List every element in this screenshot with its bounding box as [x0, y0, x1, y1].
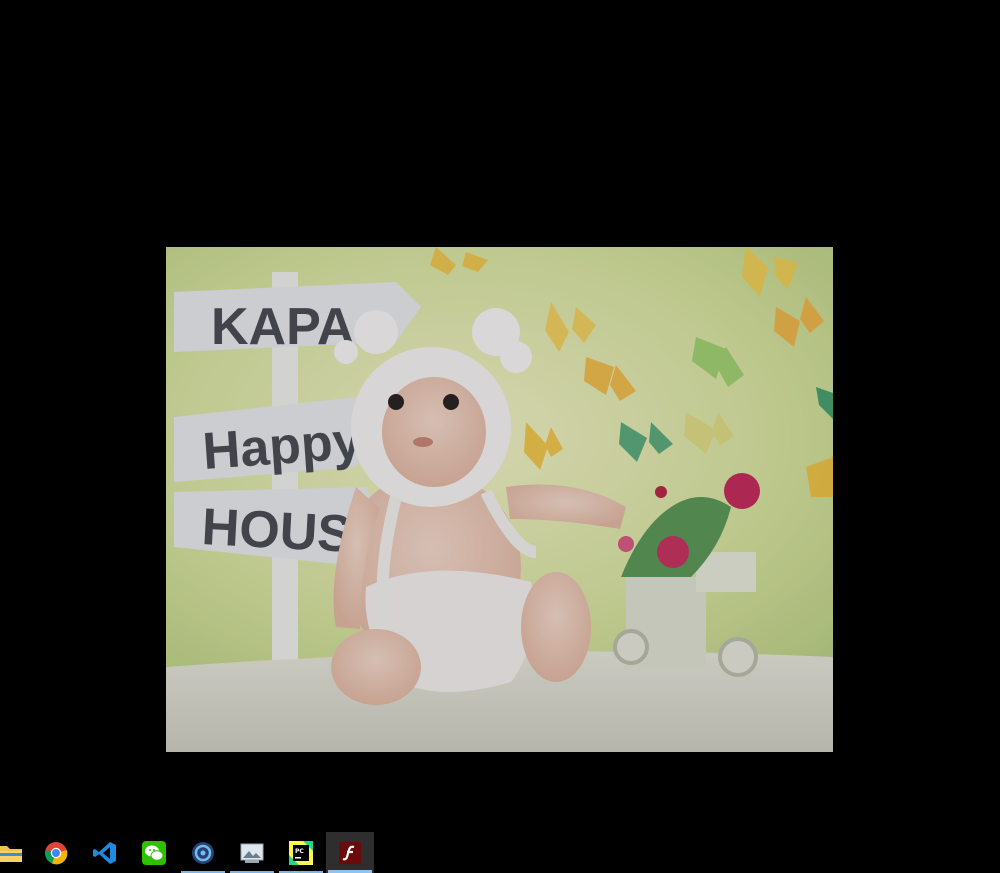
taskbar-file-explorer[interactable] — [0, 832, 34, 873]
displayed-photo: KAPA Happy HOUS — [166, 247, 833, 752]
circle-app-icon — [192, 841, 214, 864]
pycharm-icon: PC — [289, 840, 313, 865]
vscode-icon — [93, 841, 116, 864]
taskbar-vscode[interactable] — [81, 832, 129, 873]
taskbar-photos[interactable] — [228, 832, 276, 873]
svg-text:PC: PC — [295, 848, 304, 855]
taskbar-wechat[interactable] — [130, 832, 178, 873]
wechat-icon — [142, 840, 166, 865]
taskbar-circle-app[interactable] — [179, 832, 227, 873]
taskbar-flash-player[interactable] — [326, 832, 374, 873]
baby-photo-image: KAPA Happy HOUS — [166, 247, 833, 752]
flash-icon — [339, 841, 361, 864]
taskbar: PC — [0, 832, 1000, 873]
chrome-icon — [45, 841, 68, 864]
taskbar-pycharm[interactable]: PC — [277, 832, 325, 873]
taskbar-chrome[interactable] — [32, 832, 80, 873]
photo-viewer: KAPA Happy HOUS — [0, 0, 1000, 832]
photos-icon — [240, 843, 264, 863]
folder-icon — [0, 845, 22, 862]
